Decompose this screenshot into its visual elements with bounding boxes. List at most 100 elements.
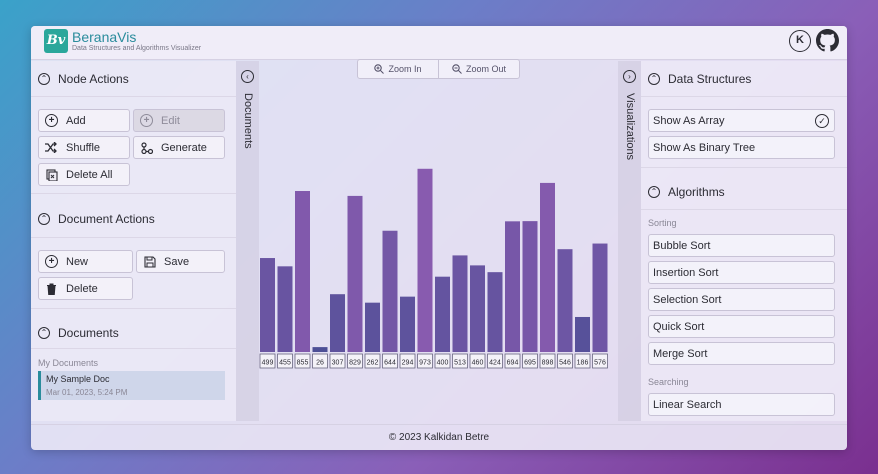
plus-icon: + [45, 114, 58, 127]
array-bar[interactable] [365, 302, 380, 352]
brand-name[interactable]: BeranaVis [72, 29, 136, 45]
algorithms-header[interactable]: ⌃ Algorithms [648, 182, 725, 202]
array-bar[interactable] [295, 191, 310, 352]
left-panel: ⌃ Node Actions + Add + Edit Shuffle Gene… [31, 61, 236, 421]
delete-all-icon [45, 168, 58, 181]
delete-button[interactable]: Delete [38, 277, 133, 300]
github-icon[interactable] [816, 29, 839, 52]
footer: © 2023 Kalkidan Betre [31, 424, 847, 450]
visualizations-tab-label: Visualizations [624, 93, 636, 161]
right-panel: ⌃ Data Structures Show As Array ✓ Show A… [641, 61, 847, 421]
quick-sort-button[interactable]: Quick Sort [648, 315, 835, 338]
edit-label: Edit [161, 114, 180, 127]
value-label: 424 [489, 360, 501, 367]
value-label: 499 [262, 360, 274, 367]
array-bar[interactable] [382, 230, 398, 352]
array-bar[interactable] [312, 347, 328, 352]
zoom-in-button[interactable]: Zoom In [358, 60, 438, 78]
array-bar[interactable] [522, 221, 538, 352]
array-bar[interactable] [347, 195, 363, 352]
new-label: New [66, 255, 89, 268]
document-title: My Sample Doc [46, 374, 110, 384]
value-label: 576 [594, 360, 606, 367]
zoom-out-button[interactable]: Zoom Out [438, 60, 519, 78]
value-label: 694 [507, 360, 519, 367]
value-label: 855 [297, 360, 309, 367]
divider [31, 308, 236, 309]
selection-sort-button[interactable]: Selection Sort [648, 288, 835, 311]
zoom-out-icon [452, 64, 462, 74]
app-header: Bv BeranaVis Data Structures and Algorit… [31, 26, 847, 60]
chevron-right-icon[interactable]: › [623, 70, 636, 83]
show-as-array-button[interactable]: Show As Array ✓ [648, 109, 835, 132]
quick-sort-label: Quick Sort [653, 320, 705, 333]
array-bar[interactable] [505, 221, 520, 352]
chevron-left-icon[interactable]: ‹ [241, 70, 254, 83]
save-icon [143, 255, 156, 268]
array-bar[interactable] [330, 294, 345, 352]
bubble-sort-button[interactable]: Bubble Sort [648, 234, 835, 257]
value-label: 644 [384, 360, 396, 367]
check-circle-icon: ✓ [815, 114, 829, 128]
value-label: 400 [437, 360, 449, 367]
array-bar[interactable] [417, 168, 433, 352]
generate-button[interactable]: Generate [133, 136, 225, 159]
new-document-button[interactable]: + New [38, 250, 133, 273]
algorithms-title: Algorithms [668, 185, 725, 199]
document-item[interactable]: My Sample Doc Mar 01, 2023, 5:24 PM [38, 371, 225, 400]
value-label: 829 [349, 360, 361, 367]
delete-all-button[interactable]: Delete All [38, 163, 130, 186]
visualizations-tab[interactable]: › Visualizations [618, 61, 641, 421]
sorting-label: Sorting [648, 218, 677, 228]
insertion-sort-button[interactable]: Insertion Sort [648, 261, 835, 284]
divider [31, 193, 236, 194]
merge-sort-button[interactable]: Merge Sort [648, 342, 835, 365]
add-button[interactable]: + Add [38, 109, 130, 132]
value-label: 546 [559, 360, 571, 367]
divider [31, 348, 236, 349]
array-bar[interactable] [575, 316, 590, 352]
array-bar[interactable] [452, 255, 468, 352]
save-button[interactable]: Save [136, 250, 225, 273]
show-as-binary-tree-button[interactable]: Show As Binary Tree [648, 136, 835, 159]
generate-label: Generate [161, 141, 207, 154]
document-date: Mar 01, 2023, 5:24 PM [46, 388, 128, 397]
linear-search-button[interactable]: Linear Search [648, 393, 835, 416]
searching-label: Searching [648, 377, 689, 387]
array-bar[interactable] [592, 243, 608, 352]
trash-icon [45, 282, 58, 295]
edit-button[interactable]: + Edit [133, 109, 225, 132]
documents-tab-label: Documents [242, 93, 254, 149]
divider [641, 96, 847, 97]
array-bar[interactable] [400, 296, 415, 352]
show-as-binary-tree-label: Show As Binary Tree [653, 141, 756, 154]
divider [31, 237, 236, 238]
zoom-in-label: Zoom In [388, 64, 422, 74]
brand-subtitle: Data Structures and Algorithms Visualize… [72, 45, 202, 52]
array-bar[interactable] [435, 276, 450, 352]
data-structures-header[interactable]: ⌃ Data Structures [648, 69, 751, 89]
shuffle-button[interactable]: Shuffle [38, 136, 130, 159]
insertion-sort-label: Insertion Sort [653, 266, 719, 279]
merge-sort-label: Merge Sort [653, 347, 708, 360]
bubble-sort-label: Bubble Sort [653, 239, 711, 252]
chevron-up-icon: ⌃ [38, 327, 50, 339]
array-bar-chart: 499 455 855 26 307 829 262 644 294 973 400 513 460 42… [259, 168, 608, 369]
documents-tab[interactable]: ‹ Documents [236, 61, 259, 421]
array-bar[interactable] [540, 182, 555, 352]
array-bar[interactable] [487, 272, 503, 352]
avatar[interactable]: K [789, 30, 811, 52]
documents-header[interactable]: ⌃ Documents [38, 323, 119, 343]
array-bar[interactable] [260, 258, 275, 352]
value-label: 460 [472, 360, 484, 367]
app-logo[interactable]: Bv [44, 29, 68, 53]
array-bar[interactable] [470, 265, 485, 352]
value-label: 26 [316, 360, 324, 367]
array-bar[interactable] [277, 266, 293, 352]
array-bar[interactable] [557, 249, 573, 352]
node-actions-header[interactable]: ⌃ Node Actions [38, 69, 129, 89]
document-actions-header[interactable]: ⌃ Document Actions [38, 209, 155, 229]
data-structures-title: Data Structures [668, 72, 752, 86]
value-label: 513 [454, 360, 466, 367]
zoom-out-label: Zoom Out [465, 64, 506, 74]
